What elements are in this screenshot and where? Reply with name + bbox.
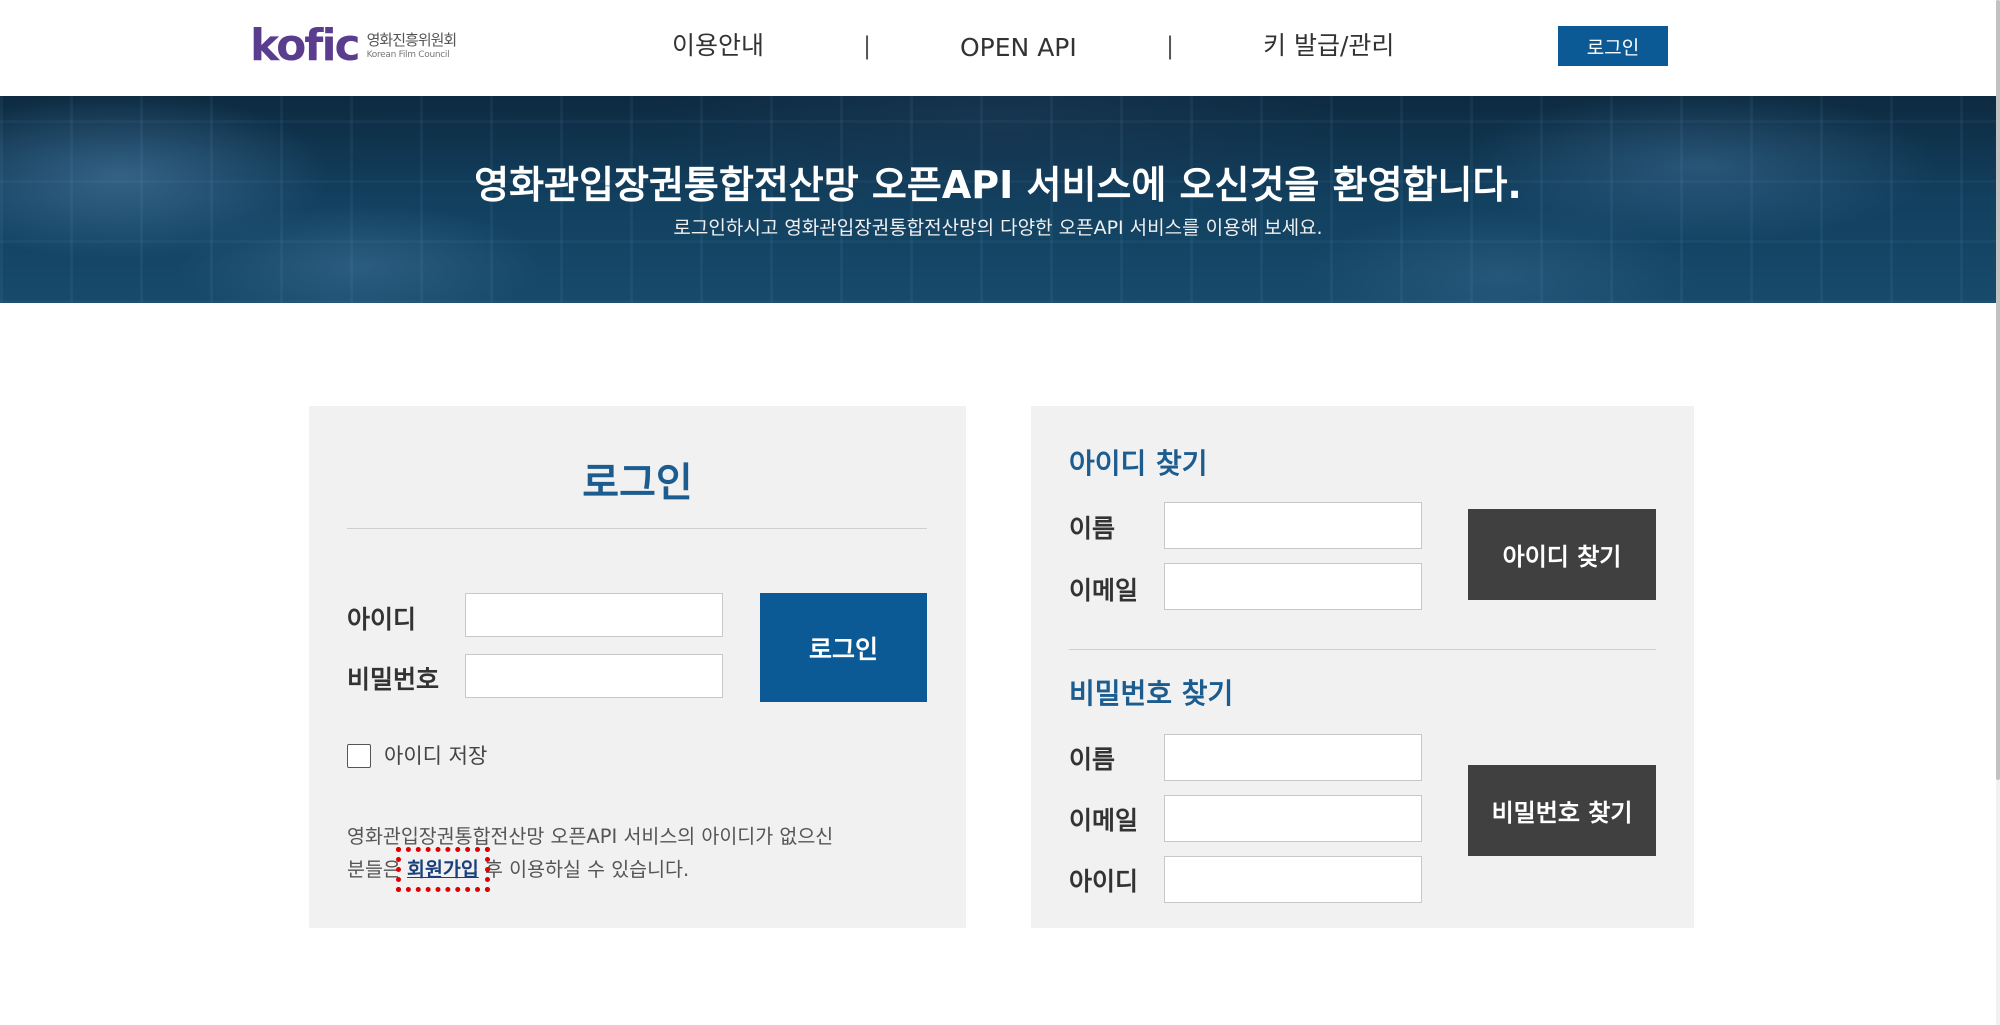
login-submit-button[interactable]: 로그인 xyxy=(760,593,927,702)
find-id-email-input[interactable] xyxy=(1164,563,1422,610)
nav-open-api[interactable]: OPEN API xyxy=(960,28,1077,68)
logo-mark: kofic xyxy=(250,20,361,71)
banner-subtitle: 로그인하시고 영화관입장권통합전산망의 다양한 오픈API 서비스를 이용해 보… xyxy=(673,217,1323,239)
signup-link[interactable]: 회원가입 xyxy=(396,847,490,892)
signup-info-prefix: 분들은 xyxy=(347,858,408,881)
welcome-banner: 영화관입장권통합전산망 오픈API 서비스에 오신것을 환영합니다. 로그인하시… xyxy=(0,96,1996,303)
find-pw-email-label: 이메일 xyxy=(1069,806,1139,835)
page-scrollbar[interactable] xyxy=(1996,0,2000,1025)
find-pw-email-input[interactable] xyxy=(1164,795,1422,842)
save-id-label[interactable]: 아이디 저장 xyxy=(384,740,487,770)
scrollbar-thumb[interactable] xyxy=(1996,0,2000,780)
find-password-title: 비밀번호 찾기 xyxy=(1069,677,1234,710)
site-header: kofic 영화진흥위원회 Korean Film Council 이용안내 |… xyxy=(0,0,1996,96)
find-id-name-label: 이름 xyxy=(1069,514,1116,543)
signup-info: 영화관입장권통합전산망 오픈API 서비스의 아이디가 없으신 분들은 회원가입… xyxy=(347,820,947,892)
find-id-button[interactable]: 아이디 찾기 xyxy=(1468,509,1656,600)
logo-text: 영화진흥위원회 Korean Film Council xyxy=(366,30,458,60)
signup-info-suffix: 후 이용하실 수 있습니다. xyxy=(478,858,690,881)
find-pw-name-label: 이름 xyxy=(1069,745,1116,774)
logo-english-name: Korean Film Council xyxy=(366,49,450,60)
find-id-email-label: 이메일 xyxy=(1069,576,1139,605)
save-id-checkbox[interactable] xyxy=(347,744,371,768)
find-id-name-input[interactable] xyxy=(1164,502,1422,549)
id-label: 아이디 xyxy=(347,605,417,634)
login-password-input[interactable] xyxy=(465,654,723,698)
nav-usage-guide[interactable]: 이용안내 xyxy=(672,26,764,66)
signup-info-line1: 영화관입장권통합전산망 오픈API 서비스의 아이디가 없으신 xyxy=(347,825,834,848)
find-pw-id-label: 아이디 xyxy=(1069,867,1139,896)
nav-key-management[interactable]: 키 발급/관리 xyxy=(1263,26,1394,66)
find-pw-name-input[interactable] xyxy=(1164,734,1422,781)
find-account-panel: 아이디 찾기 이름 이메일 아이디 찾기 비밀번호 찾기 이름 이메일 아이디 … xyxy=(1031,406,1694,928)
password-label: 비밀번호 xyxy=(347,665,440,694)
logo-korean-name: 영화진흥위원회 xyxy=(366,30,458,49)
login-divider xyxy=(347,528,927,529)
find-password-button[interactable]: 비밀번호 찾기 xyxy=(1468,765,1656,856)
find-panel-divider xyxy=(1069,649,1656,650)
banner-title: 영화관입장권통합전산망 오픈API 서비스에 오신것을 환영합니다. xyxy=(474,163,1522,207)
nav-separator: | xyxy=(863,32,872,60)
login-id-input[interactable] xyxy=(465,593,723,637)
find-id-title: 아이디 찾기 xyxy=(1069,447,1208,480)
login-panel: 로그인 아이디 비밀번호 로그인 아이디 저장 영화관입장권통합전산망 오픈AP… xyxy=(309,406,966,928)
kofic-logo[interactable]: kofic 영화진흥위원회 Korean Film Council xyxy=(250,20,458,71)
login-title: 로그인 xyxy=(582,460,693,506)
nav-separator: | xyxy=(1166,32,1175,60)
header-login-button[interactable]: 로그인 xyxy=(1558,26,1668,66)
find-pw-id-input[interactable] xyxy=(1164,856,1422,903)
